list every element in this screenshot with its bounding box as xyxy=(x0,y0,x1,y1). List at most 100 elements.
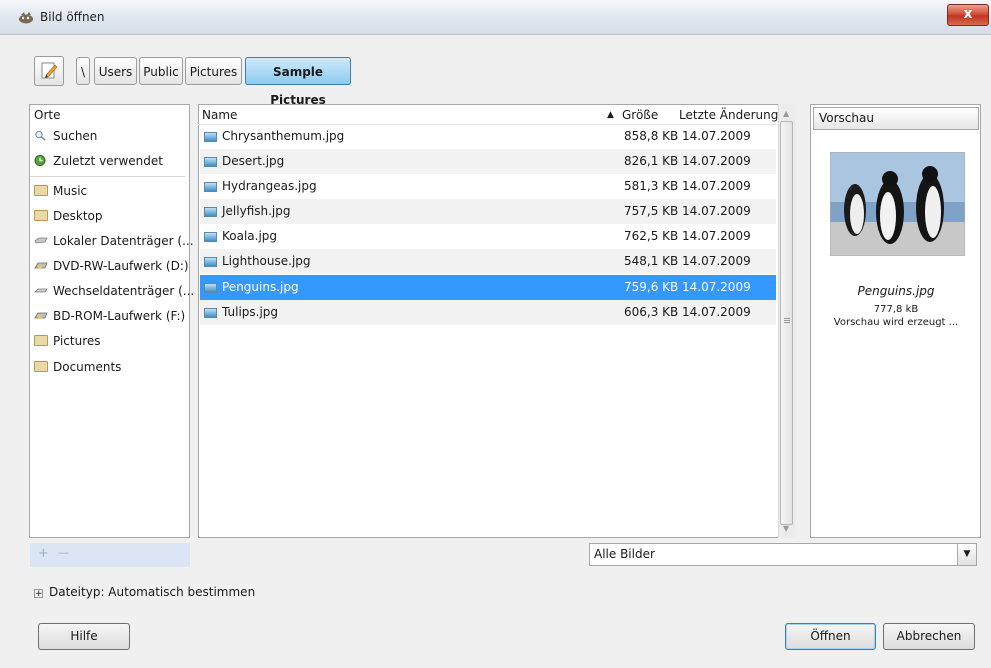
file-row[interactable]: Tulips.jpg 606,3 KB 14.07.2009 xyxy=(200,300,776,325)
optical-drive-icon xyxy=(34,312,48,319)
harddisk-icon xyxy=(34,237,48,244)
breadcrumb-pictures[interactable]: Pictures xyxy=(185,57,242,85)
place-local-disk[interactable]: Lokaler Datenträger (... xyxy=(34,231,194,251)
place-label: BD-ROM-Laufwerk (F:) xyxy=(53,309,186,323)
place-label: Lokaler Datenträger (... xyxy=(53,234,194,248)
preview-filename: Penguins.jpg xyxy=(857,284,935,298)
bookmark-buttons-bar: + — xyxy=(30,543,190,567)
file-size: 762,5 KB xyxy=(624,229,679,243)
breadcrumb-users[interactable]: Users xyxy=(94,57,137,85)
grip-icon xyxy=(784,318,790,319)
file-size: 606,3 KB xyxy=(624,305,679,319)
image-file-icon xyxy=(204,132,217,142)
file-size: 757,5 KB xyxy=(624,204,679,218)
image-file-icon xyxy=(204,182,217,192)
recent-icon xyxy=(34,155,46,166)
search-icon xyxy=(35,130,46,141)
folder-icon xyxy=(34,210,48,221)
help-button[interactable]: Hilfe xyxy=(38,623,130,650)
breadcrumb-public[interactable]: Public xyxy=(139,57,183,85)
scroll-down-arrow-icon[interactable]: ▼ xyxy=(783,524,789,533)
place-documents[interactable]: Documents xyxy=(34,357,121,377)
file-size: 858,8 KB xyxy=(624,129,679,143)
filetype-expander[interactable]: + Dateityp: Automatisch bestimmen xyxy=(34,585,255,599)
file-row[interactable]: Hydrangeas.jpg 581,3 KB 14.07.2009 xyxy=(200,174,776,199)
place-label: Zuletzt verwendet xyxy=(53,154,163,168)
file-size: 759,6 KB xyxy=(624,280,679,294)
place-label: Documents xyxy=(53,360,122,374)
edit-icon xyxy=(41,62,58,79)
places-separator xyxy=(30,176,185,177)
file-size: 581,3 KB xyxy=(624,179,679,193)
file-size: 548,1 KB xyxy=(624,254,679,268)
image-file-icon xyxy=(204,308,217,318)
place-removable-drive[interactable]: Wechseldatenträger (... xyxy=(34,281,194,301)
place-label: Wechseldatenträger (... xyxy=(53,284,195,298)
place-label: Pictures xyxy=(53,334,101,348)
file-date: 14.07.2009 xyxy=(682,129,751,143)
sort-ascending-icon: ▲ xyxy=(607,110,614,120)
file-row[interactable]: Lighthouse.jpg 548,1 KB 14.07.2009 xyxy=(200,249,776,274)
preview-header: Vorschau xyxy=(813,107,979,130)
file-filter-select[interactable]: Alle Bilder ▼ xyxy=(589,543,977,566)
image-file-icon xyxy=(204,232,217,242)
add-bookmark-button[interactable]: + xyxy=(38,546,49,561)
file-date: 14.07.2009 xyxy=(682,280,751,294)
preview-filesize: 777,8 kB xyxy=(873,304,919,315)
remove-bookmark-button[interactable]: — xyxy=(58,546,69,559)
file-date: 14.07.2009 xyxy=(682,254,751,268)
file-name: Jellyfish.jpg xyxy=(222,204,291,218)
file-name: Hydrangeas.jpg xyxy=(222,179,317,193)
expand-icon: + xyxy=(34,589,43,599)
chevron-down-icon[interactable]: ▼ xyxy=(957,544,976,565)
image-file-icon xyxy=(204,257,217,267)
window-title: Bild öffnen xyxy=(40,10,105,24)
file-name: Desert.jpg xyxy=(222,154,285,168)
file-row[interactable]: Jellyfish.jpg 757,5 KB 14.07.2009 xyxy=(200,199,776,224)
penguins-thumbnail xyxy=(830,152,965,256)
type-location-button[interactable] xyxy=(34,56,64,86)
place-label: Music xyxy=(53,184,88,198)
column-header-modified[interactable]: Letzte Änderung xyxy=(679,108,778,122)
file-row-selected[interactable]: Penguins.jpg 759,6 KB 14.07.2009 xyxy=(200,275,776,300)
filter-value: Alle Bilder xyxy=(594,547,655,561)
file-date: 14.07.2009 xyxy=(682,204,751,218)
preview-status: Vorschau wird erzeugt ... xyxy=(833,317,959,328)
scroll-up-arrow-icon[interactable]: ▲ xyxy=(783,109,789,118)
places-header[interactable]: Orte xyxy=(34,108,60,122)
removable-drive-icon xyxy=(34,288,48,293)
column-header-size[interactable]: Größe xyxy=(622,108,658,122)
place-label: Desktop xyxy=(53,209,103,223)
breadcrumb-root[interactable]: \ xyxy=(76,57,90,85)
folder-icon xyxy=(34,361,48,372)
image-file-icon xyxy=(204,157,217,167)
file-row[interactable]: Chrysanthemum.jpg 858,8 KB 14.07.2009 xyxy=(200,124,776,149)
file-date: 14.07.2009 xyxy=(682,305,751,319)
file-name: Koala.jpg xyxy=(222,229,278,243)
place-dvd-drive[interactable]: DVD-RW-Laufwerk (D:) xyxy=(34,256,189,276)
file-size: 826,1 KB xyxy=(624,154,679,168)
place-pictures[interactable]: Pictures xyxy=(34,331,101,351)
column-header-name[interactable]: Name xyxy=(202,108,237,122)
file-name: Tulips.jpg xyxy=(222,305,279,319)
place-recent[interactable]: Zuletzt verwendet xyxy=(34,151,163,171)
folder-icon xyxy=(34,185,48,196)
image-file-icon xyxy=(204,207,217,217)
place-desktop[interactable]: Desktop xyxy=(34,206,103,226)
place-search[interactable]: Suchen xyxy=(34,126,97,146)
file-name: Chrysanthemum.jpg xyxy=(222,129,345,143)
optical-drive-icon xyxy=(34,262,48,269)
file-row[interactable]: Desert.jpg 826,1 KB 14.07.2009 xyxy=(200,149,776,174)
place-music[interactable]: Music xyxy=(34,181,87,201)
image-file-icon xyxy=(204,283,217,293)
breadcrumb-sample-pictures[interactable]: Sample Pictures xyxy=(245,57,351,107)
cancel-button[interactable]: Abbrechen xyxy=(883,623,975,650)
close-button[interactable]: x xyxy=(947,4,989,26)
scrollbar-thumb[interactable] xyxy=(780,121,793,525)
open-button[interactable]: Öffnen xyxy=(785,623,876,650)
file-date: 14.07.2009 xyxy=(682,229,751,243)
file-row[interactable]: Koala.jpg 762,5 KB 14.07.2009 xyxy=(200,224,776,249)
folder-icon xyxy=(34,335,48,346)
place-bd-drive[interactable]: BD-ROM-Laufwerk (F:) xyxy=(34,306,185,326)
file-date: 14.07.2009 xyxy=(682,154,751,168)
